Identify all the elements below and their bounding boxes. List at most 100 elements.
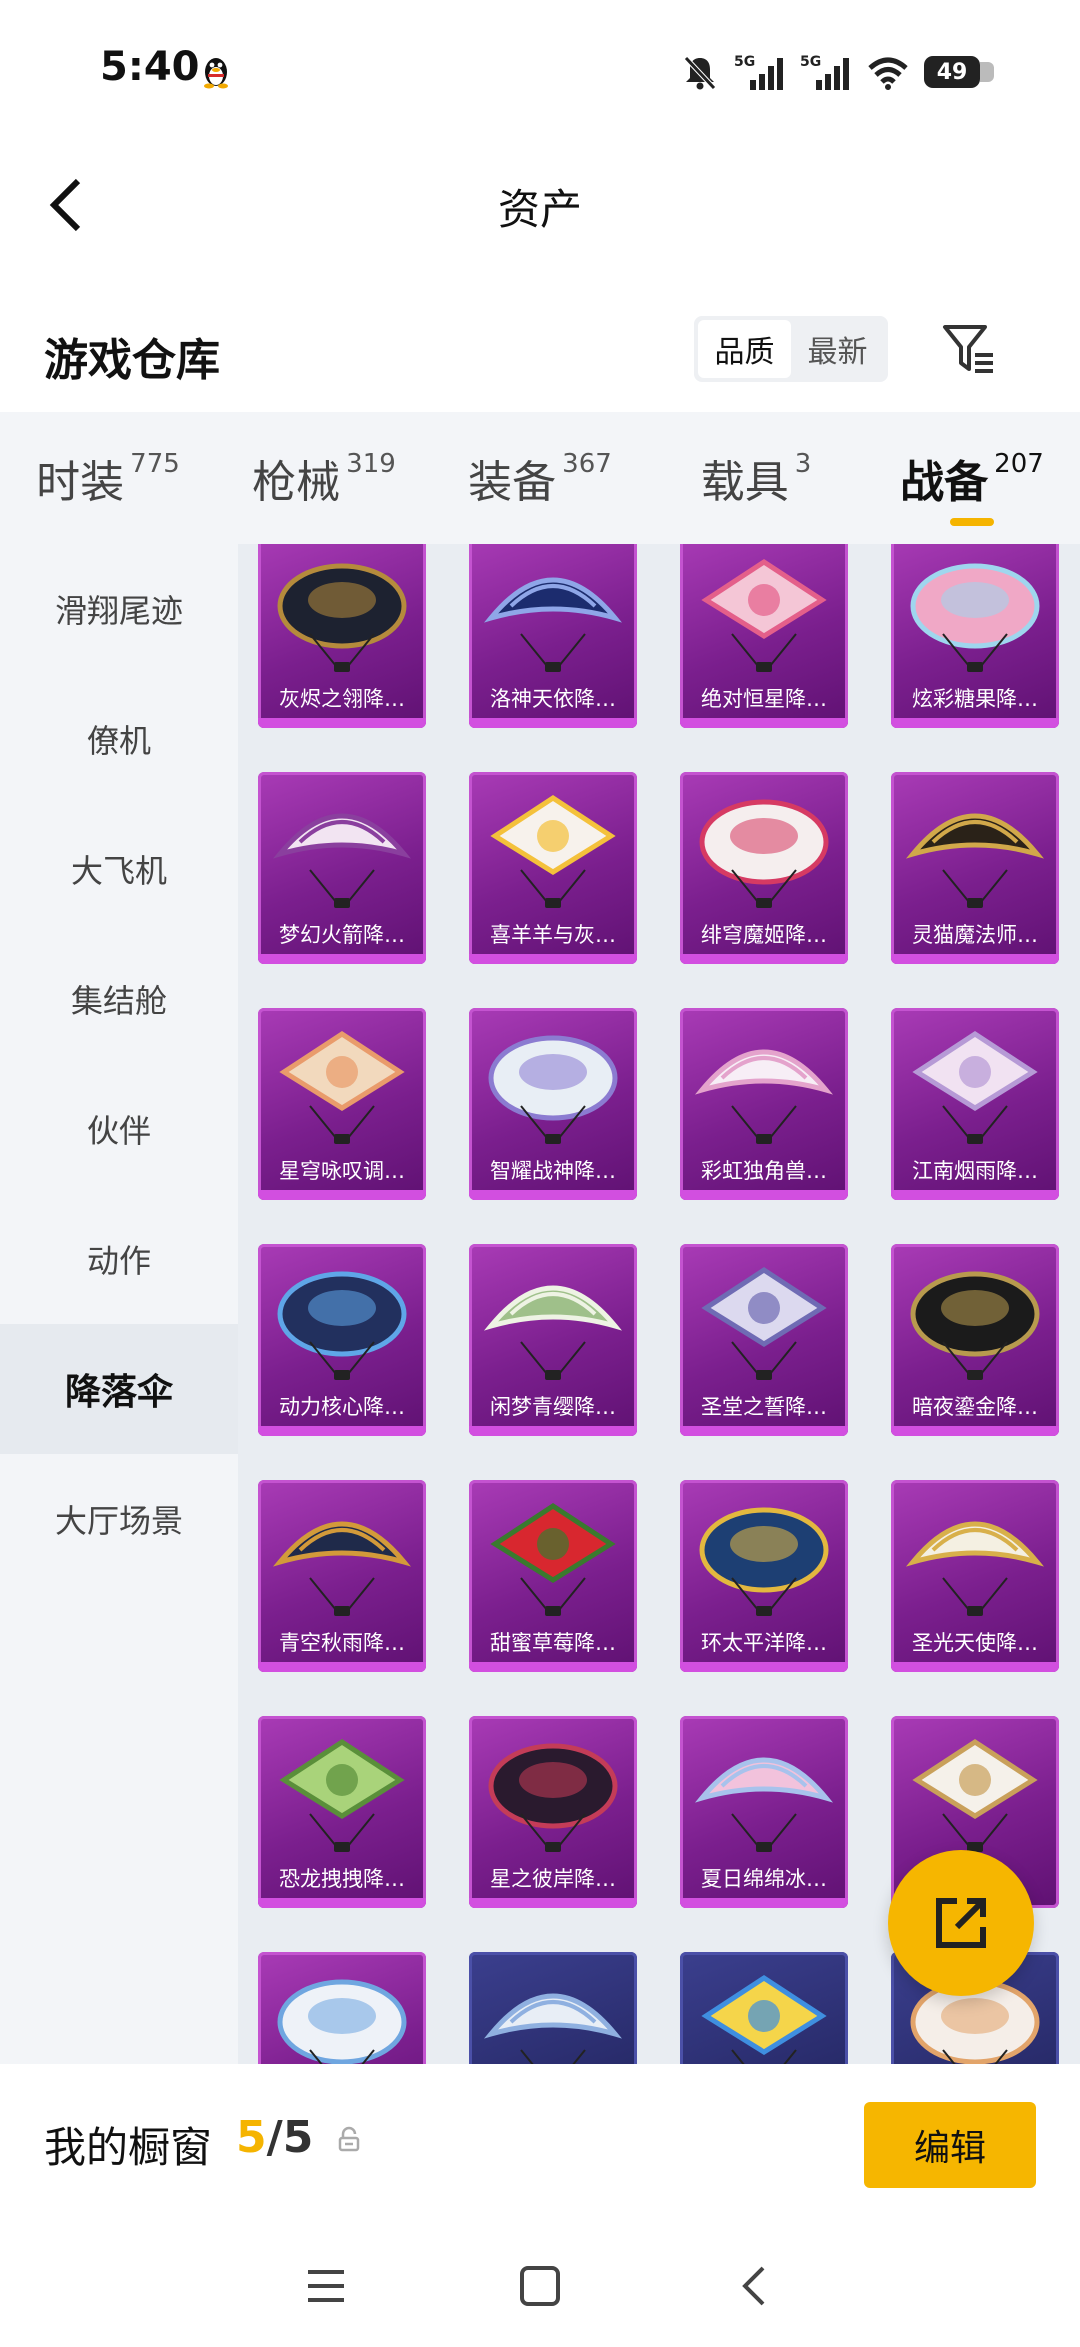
parachute-card[interactable]: 动力核心降… [258,1244,426,1436]
parachute-card[interactable]: 梦幻火箭降… [258,772,426,964]
share-button[interactable] [888,1850,1034,1996]
parachute-image [279,1031,405,1144]
parachute-image [701,1267,827,1380]
card-label: 绯穹魔姬降… [701,923,827,947]
active-tab-indicator [950,518,994,526]
parachute-card[interactable]: 青空秋雨降… [258,1480,426,1672]
parachute-card[interactable]: 洛神天依降… [469,544,637,728]
rarity-bar [680,1898,848,1908]
parachute-card[interactable]: 夏日绵绵冰… [680,1716,848,1908]
sidebar-item-emote[interactable]: 动作 [0,1194,238,1324]
parachute-card[interactable]: 彩虹独角兽… [680,1008,848,1200]
sidebar-item-glide-trail[interactable]: 滑翔尾迹 [0,544,238,674]
parachute-image [483,577,623,672]
rarity-bar [891,718,1059,728]
tab-label: 战备 [900,457,989,508]
parachute-image [279,1739,405,1852]
system-nav-bar [0,2226,1080,2347]
parachute-image [277,1979,407,2064]
sidebar-item-partner[interactable]: 伙伴 [0,1064,238,1194]
filter-button[interactable] [936,316,1002,382]
home-button[interactable] [510,2256,570,2316]
mute-bell-icon [684,56,716,90]
card-label: 炫彩糖果降… [912,687,1038,711]
parachute-card[interactable]: 星之彼岸降… [469,1716,637,1908]
showcase-bar: 我的橱窗 5/5 编辑 [0,2066,1080,2226]
sidebar-item-lobby-scene[interactable]: 大厅场景 [0,1454,238,1584]
parachute-card[interactable]: 圣光天使降… [891,1480,1059,1672]
rarity-bar [469,718,637,728]
parachute-card[interactable] [469,1952,637,2064]
card-label: 彩虹独角兽… [701,1159,827,1183]
tab-count: 207 [994,449,1044,479]
tab-fashion[interactable]: 时装 775 [0,412,216,544]
sort-newest-option[interactable]: 最新 [791,320,884,378]
parachute-card[interactable]: 灰烬之翎降… [258,544,426,728]
parachute-image [905,813,1045,908]
parachute-card[interactable]: 圣堂之誓降… [680,1244,848,1436]
card-label: 梦幻火箭降… [279,923,405,947]
rarity-bar [891,1662,1059,1672]
parachute-card[interactable]: 智耀战神降… [469,1008,637,1200]
parachute-card[interactable] [258,1952,426,2064]
parachute-card[interactable]: 星穹咏叹调… [258,1008,426,1200]
sort-quality-option[interactable]: 品质 [698,320,791,378]
parachute-image [699,1507,829,1616]
parachute-image [277,563,407,672]
page-header: 资产 [0,140,1080,270]
parachute-card[interactable]: 暗夜鎏金降… [891,1244,1059,1436]
sidebar-item-parachute[interactable]: 降落伞 [0,1324,238,1454]
tab-label: 时装 [36,457,125,508]
rarity-bar [469,1426,637,1436]
rarity-bar [469,1190,637,1200]
rarity-bar [258,718,426,728]
parachute-image [483,1993,623,2064]
parachute-card[interactable]: 灵猫魔法师… [891,772,1059,964]
status-time: 5:40 [100,44,200,90]
square-icon [520,2266,560,2306]
rarity-bar [469,954,637,964]
share-arrow-icon [936,1898,986,1948]
parachute-image [910,1271,1040,1380]
rarity-bar [258,1190,426,1200]
parachute-image [490,1503,616,1616]
rarity-bar [469,1898,637,1908]
tab-weapons[interactable]: 枪械 319 [216,412,432,544]
parachute-image [277,1271,407,1380]
card-label: 甜蜜草莓降… [490,1631,616,1655]
parachute-card[interactable] [680,1952,848,2064]
parachute-image [483,1285,623,1380]
signal-5g-icon-2: 5G [800,54,849,90]
showcase-title: 我的橱窗 [44,2123,213,2172]
recents-button[interactable] [296,2256,356,2316]
parachute-card[interactable]: 甜蜜草莓降… [469,1480,637,1672]
parachute-card[interactable]: 恐龙拽拽降… [258,1716,426,1908]
sidebar: 滑翔尾迹 僚机 大飞机 集结舱 伙伴 动作 降落伞 大厅场景 [0,544,238,2064]
page-title: 资产 [497,185,582,234]
tab-vehicles[interactable]: 载具 3 [648,412,864,544]
parachute-image [912,1031,1038,1144]
tab-label: 装备 [468,457,557,508]
parachute-card[interactable]: 闲梦青缨降… [469,1244,637,1436]
tab-equipment[interactable]: 装备 367 [432,412,648,544]
card-label: 闲梦青缨降… [490,1395,616,1419]
sidebar-item-wingman[interactable]: 僚机 [0,674,238,804]
sidebar-item-big-plane[interactable]: 大飞机 [0,804,238,934]
parachute-card[interactable]: 江南烟雨降… [891,1008,1059,1200]
card-label: 洛神天依降… [490,687,616,711]
item-grid: 灰烬之翎降… 洛神天依降… 绝对恒星降… 炫彩糖果降… 梦幻火箭降… 喜羊羊与灰… [258,544,1080,2064]
edit-button[interactable]: 编辑 [864,2102,1036,2188]
parachute-card[interactable]: 绯穹魔姬降… [680,772,848,964]
parachute-card[interactable]: 绝对恒星降… [680,544,848,728]
tab-battle-prep[interactable]: 战备 207 [864,412,1080,544]
sidebar-item-assembly-pod[interactable]: 集结舱 [0,934,238,1064]
parachute-card[interactable]: 炫彩糖果降… [891,544,1059,728]
parachute-card[interactable]: 环太平洋降… [680,1480,848,1672]
sort-toggle: 品质 最新 [694,316,888,382]
tab-label: 枪械 [252,457,341,508]
battery-icon: 49 [924,56,994,88]
menu-icon [308,2270,344,2302]
system-back-button[interactable] [724,2256,784,2316]
parachute-image [490,795,616,908]
parachute-card[interactable]: 喜羊羊与灰… [469,772,637,964]
